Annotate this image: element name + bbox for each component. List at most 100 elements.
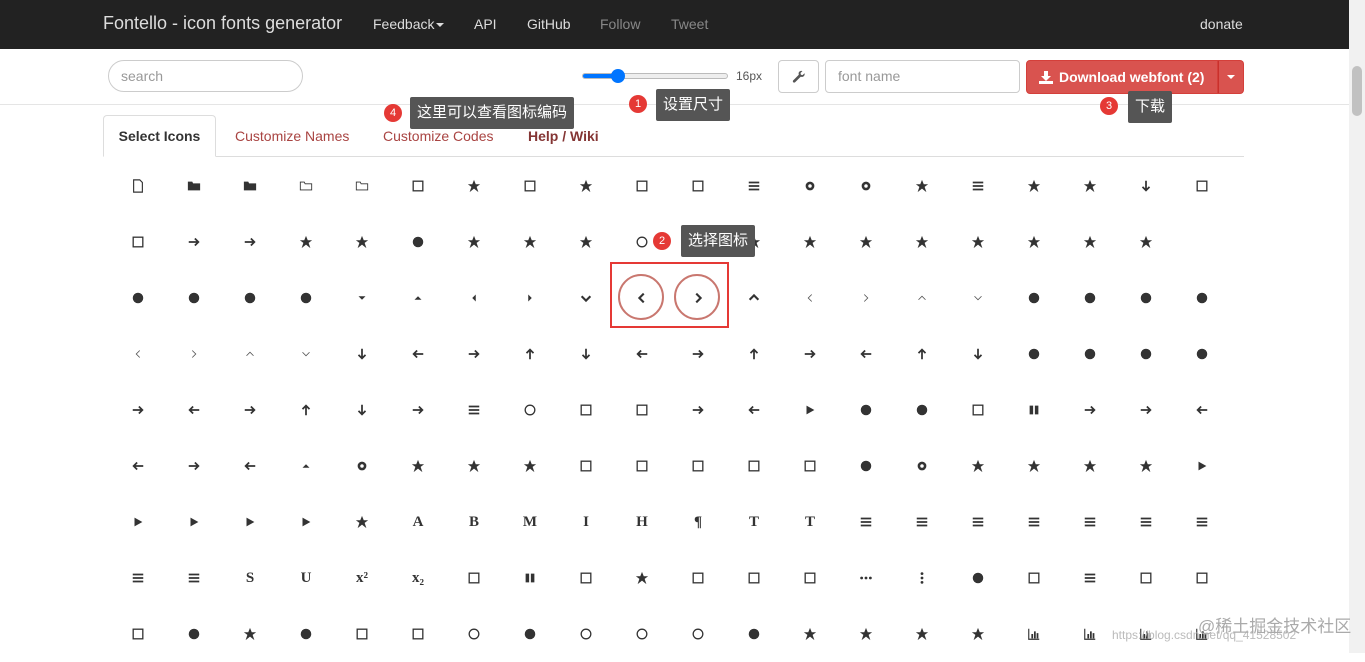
calendar-empty-icon[interactable]	[110, 214, 166, 270]
angle-circled-up-icon[interactable]	[1118, 270, 1174, 326]
check-icon[interactable]	[390, 606, 446, 662]
zoom-out-icon[interactable]	[1118, 214, 1174, 270]
cart-plus-icon[interactable]	[1062, 158, 1118, 214]
header-icon[interactable]: H	[614, 494, 670, 550]
angle-double-down-icon[interactable]	[278, 326, 334, 382]
fax-icon[interactable]	[670, 158, 726, 214]
briefcase-icon[interactable]	[726, 550, 782, 606]
tab-customize-names[interactable]: Customize Names	[235, 128, 349, 144]
download-webfont-button[interactable]: Download webfont (2)	[1026, 60, 1218, 94]
ccw-icon[interactable]	[166, 382, 222, 438]
magnet-icon[interactable]	[950, 606, 1006, 662]
subscript-icon[interactable]: x₂	[390, 550, 446, 606]
wifi-icon[interactable]	[446, 438, 502, 494]
ellipsis-icon[interactable]	[838, 550, 894, 606]
desktop-icon[interactable]	[558, 438, 614, 494]
laptop-icon[interactable]	[614, 438, 670, 494]
code-icon[interactable]	[110, 158, 166, 214]
nav-donate[interactable]: donate	[1200, 16, 1243, 32]
play-icon[interactable]	[782, 382, 838, 438]
moon-icon[interactable]	[1062, 438, 1118, 494]
cloud-icon[interactable]	[950, 438, 1006, 494]
left-icon[interactable]	[390, 326, 446, 382]
volume-down-icon[interactable]	[446, 214, 502, 270]
wrench-icon[interactable]	[894, 158, 950, 214]
circle-icon[interactable]	[502, 606, 558, 662]
calendar-icon[interactable]	[1174, 158, 1230, 214]
resize-vertical-icon[interactable]	[894, 214, 950, 270]
phone-icon[interactable]	[558, 158, 614, 214]
suitcase-icon[interactable]	[782, 550, 838, 606]
level-down-icon[interactable]	[334, 382, 390, 438]
pause-icon[interactable]	[1006, 382, 1062, 438]
fire-icon[interactable]	[894, 606, 950, 662]
up-icon[interactable]	[502, 326, 558, 382]
down-dir-icon[interactable]	[334, 270, 390, 326]
chart-area-icon[interactable]	[1062, 606, 1118, 662]
tablet-icon[interactable]	[670, 438, 726, 494]
resize-horizontal-icon[interactable]	[950, 214, 1006, 270]
qrcode-icon[interactable]	[1118, 550, 1174, 606]
expand-icon[interactable]	[558, 382, 614, 438]
cw-icon[interactable]	[110, 382, 166, 438]
move-icon[interactable]	[1006, 214, 1062, 270]
align-left-icon[interactable]	[838, 494, 894, 550]
down-open-icon[interactable]	[558, 270, 614, 326]
angle-double-up-icon[interactable]	[222, 326, 278, 382]
settings-button[interactable]	[778, 60, 819, 93]
italic-icon[interactable]: I	[558, 494, 614, 550]
right-icon[interactable]	[446, 326, 502, 382]
angle-left-icon[interactable]	[782, 270, 838, 326]
down-circled-icon[interactable]	[110, 270, 166, 326]
nav-follow[interactable]: Follow	[600, 16, 640, 32]
page-scrollbar[interactable]	[1349, 0, 1365, 653]
paragraph-icon[interactable]: ¶	[670, 494, 726, 550]
right-big-icon[interactable]	[670, 326, 726, 382]
leaf-icon[interactable]	[334, 494, 390, 550]
flight-icon[interactable]	[1174, 438, 1230, 494]
target-icon[interactable]	[334, 438, 390, 494]
angle-double-left-icon[interactable]	[110, 326, 166, 382]
rss-square-icon[interactable]	[502, 158, 558, 214]
collapse-left-icon[interactable]	[726, 382, 782, 438]
up-circled-icon[interactable]	[166, 270, 222, 326]
tab-customize-codes[interactable]: Customize Codes	[383, 128, 494, 144]
font-name-input[interactable]: font name	[825, 60, 1020, 93]
right-circled2-icon[interactable]	[1062, 326, 1118, 382]
align-justify-icon[interactable]	[1006, 494, 1062, 550]
arrows-cw-icon[interactable]	[222, 382, 278, 438]
angle-up-icon[interactable]	[894, 270, 950, 326]
barcode-icon[interactable]	[1174, 550, 1230, 606]
angle-right-icon[interactable]	[838, 270, 894, 326]
columns-icon[interactable]	[502, 550, 558, 606]
nav-tweet[interactable]: Tweet	[671, 16, 708, 32]
superscript-icon[interactable]: x²	[334, 550, 390, 606]
to-end-icon[interactable]	[1062, 382, 1118, 438]
collapse-icon[interactable]	[614, 382, 670, 438]
volume-off-icon[interactable]	[390, 214, 446, 270]
mute-icon[interactable]	[334, 214, 390, 270]
toggle-on-icon[interactable]	[334, 606, 390, 662]
strike-icon[interactable]: S	[222, 550, 278, 606]
text-width-icon[interactable]: T	[782, 494, 838, 550]
brand-title[interactable]: Fontello - icon fonts generator	[103, 13, 342, 34]
list-numbered-icon[interactable]	[166, 550, 222, 606]
indent-left-icon[interactable]	[1118, 494, 1174, 550]
fighter-jet-icon[interactable]	[110, 494, 166, 550]
font-icon[interactable]: A	[390, 494, 446, 550]
logout-icon[interactable]	[222, 214, 278, 270]
headphones-icon[interactable]	[558, 214, 614, 270]
slider-knob[interactable]	[611, 69, 625, 83]
align-right-icon[interactable]	[950, 494, 1006, 550]
volume-up-icon[interactable]	[502, 214, 558, 270]
cart-arrow-down-icon[interactable]	[1118, 158, 1174, 214]
angle-circled-down-icon[interactable]	[1174, 270, 1230, 326]
to-start-icon[interactable]	[1174, 382, 1230, 438]
paper-plane-empty-icon[interactable]	[222, 494, 278, 550]
fast-fw-icon[interactable]	[166, 438, 222, 494]
level-up-icon[interactable]	[278, 382, 334, 438]
shuffle-icon[interactable]	[390, 382, 446, 438]
paper-plane-icon[interactable]	[166, 494, 222, 550]
left-hand-icon[interactable]	[838, 326, 894, 382]
medium-icon[interactable]: M	[502, 494, 558, 550]
